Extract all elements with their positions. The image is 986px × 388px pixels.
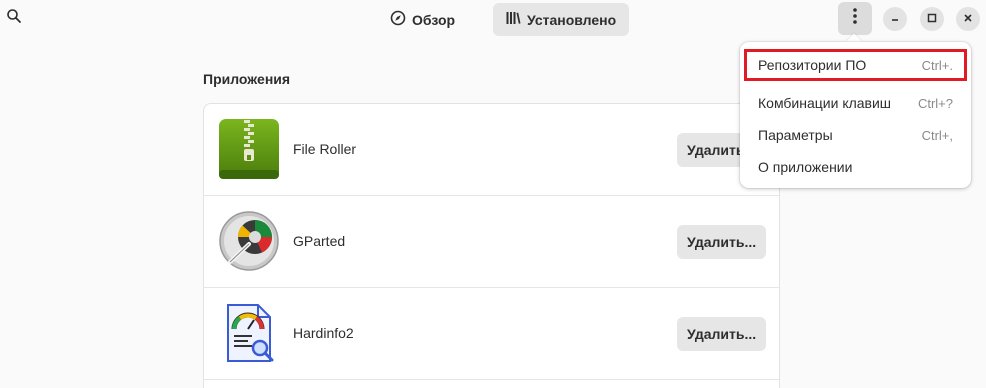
minimize-button[interactable]	[883, 7, 907, 31]
system-info-icon	[218, 302, 280, 364]
app-row-hardinfo2[interactable]: Hardinfo2 Удалить...	[204, 288, 779, 380]
archive-icon	[218, 118, 280, 180]
app-name: GParted	[293, 233, 346, 249]
close-button[interactable]	[956, 7, 980, 31]
maximize-icon	[927, 10, 937, 28]
app-row-gparted[interactable]: GParted Удалить...	[204, 196, 779, 288]
search-button[interactable]	[3, 6, 25, 30]
tab-overview-label: Обзор	[412, 11, 456, 28]
compass-icon	[390, 10, 406, 29]
tab-overview[interactable]: Обзор	[378, 3, 467, 36]
remove-button[interactable]: Удалить...	[677, 225, 766, 259]
close-icon	[963, 10, 973, 28]
menu-item-label: Репозитории ПО	[758, 57, 867, 73]
tab-installed[interactable]: Установлено	[493, 3, 629, 36]
menu-item-accel: Ctrl+,	[921, 127, 953, 143]
search-icon	[6, 8, 22, 29]
section-title: Приложения	[203, 71, 291, 87]
maximize-button[interactable]	[920, 7, 944, 31]
menu-item-accel: Ctrl+.	[921, 57, 953, 73]
menu-item-label: Комбинации клавиш	[758, 95, 892, 111]
menu-item-label: О приложении	[758, 159, 853, 175]
installed-app-list: File Roller Удалить GParted Удалить... H…	[203, 103, 780, 388]
app-name: File Roller	[293, 141, 357, 157]
tab-installed-label: Установлено	[527, 11, 617, 28]
menu-item-software-repositories[interactable]: Репозитории ПО Ctrl+.	[744, 49, 967, 81]
minimize-icon	[890, 10, 900, 28]
library-icon	[505, 10, 521, 29]
app-name: Hardinfo2	[293, 325, 354, 341]
app-row-file-roller[interactable]: File Roller Удалить	[204, 104, 779, 196]
remove-button[interactable]: Удалить...	[677, 317, 766, 351]
kebab-menu-icon	[852, 7, 858, 30]
menu-item-keyboard-shortcuts[interactable]: Комбинации клавиш Ctrl+?	[744, 87, 967, 119]
menu-item-preferences[interactable]: Параметры Ctrl+,	[744, 119, 967, 151]
main-menu-popover: Репозитории ПО Ctrl+. Комбинации клавиш …	[740, 42, 971, 188]
menu-item-about[interactable]: О приложении	[744, 151, 967, 183]
disk-gauge-icon	[218, 210, 280, 272]
menu-item-label: Параметры	[758, 127, 833, 143]
header-bar: Обзор Установлено	[0, 0, 986, 40]
main-menu-button[interactable]	[838, 2, 872, 35]
menu-item-accel: Ctrl+?	[917, 95, 953, 111]
